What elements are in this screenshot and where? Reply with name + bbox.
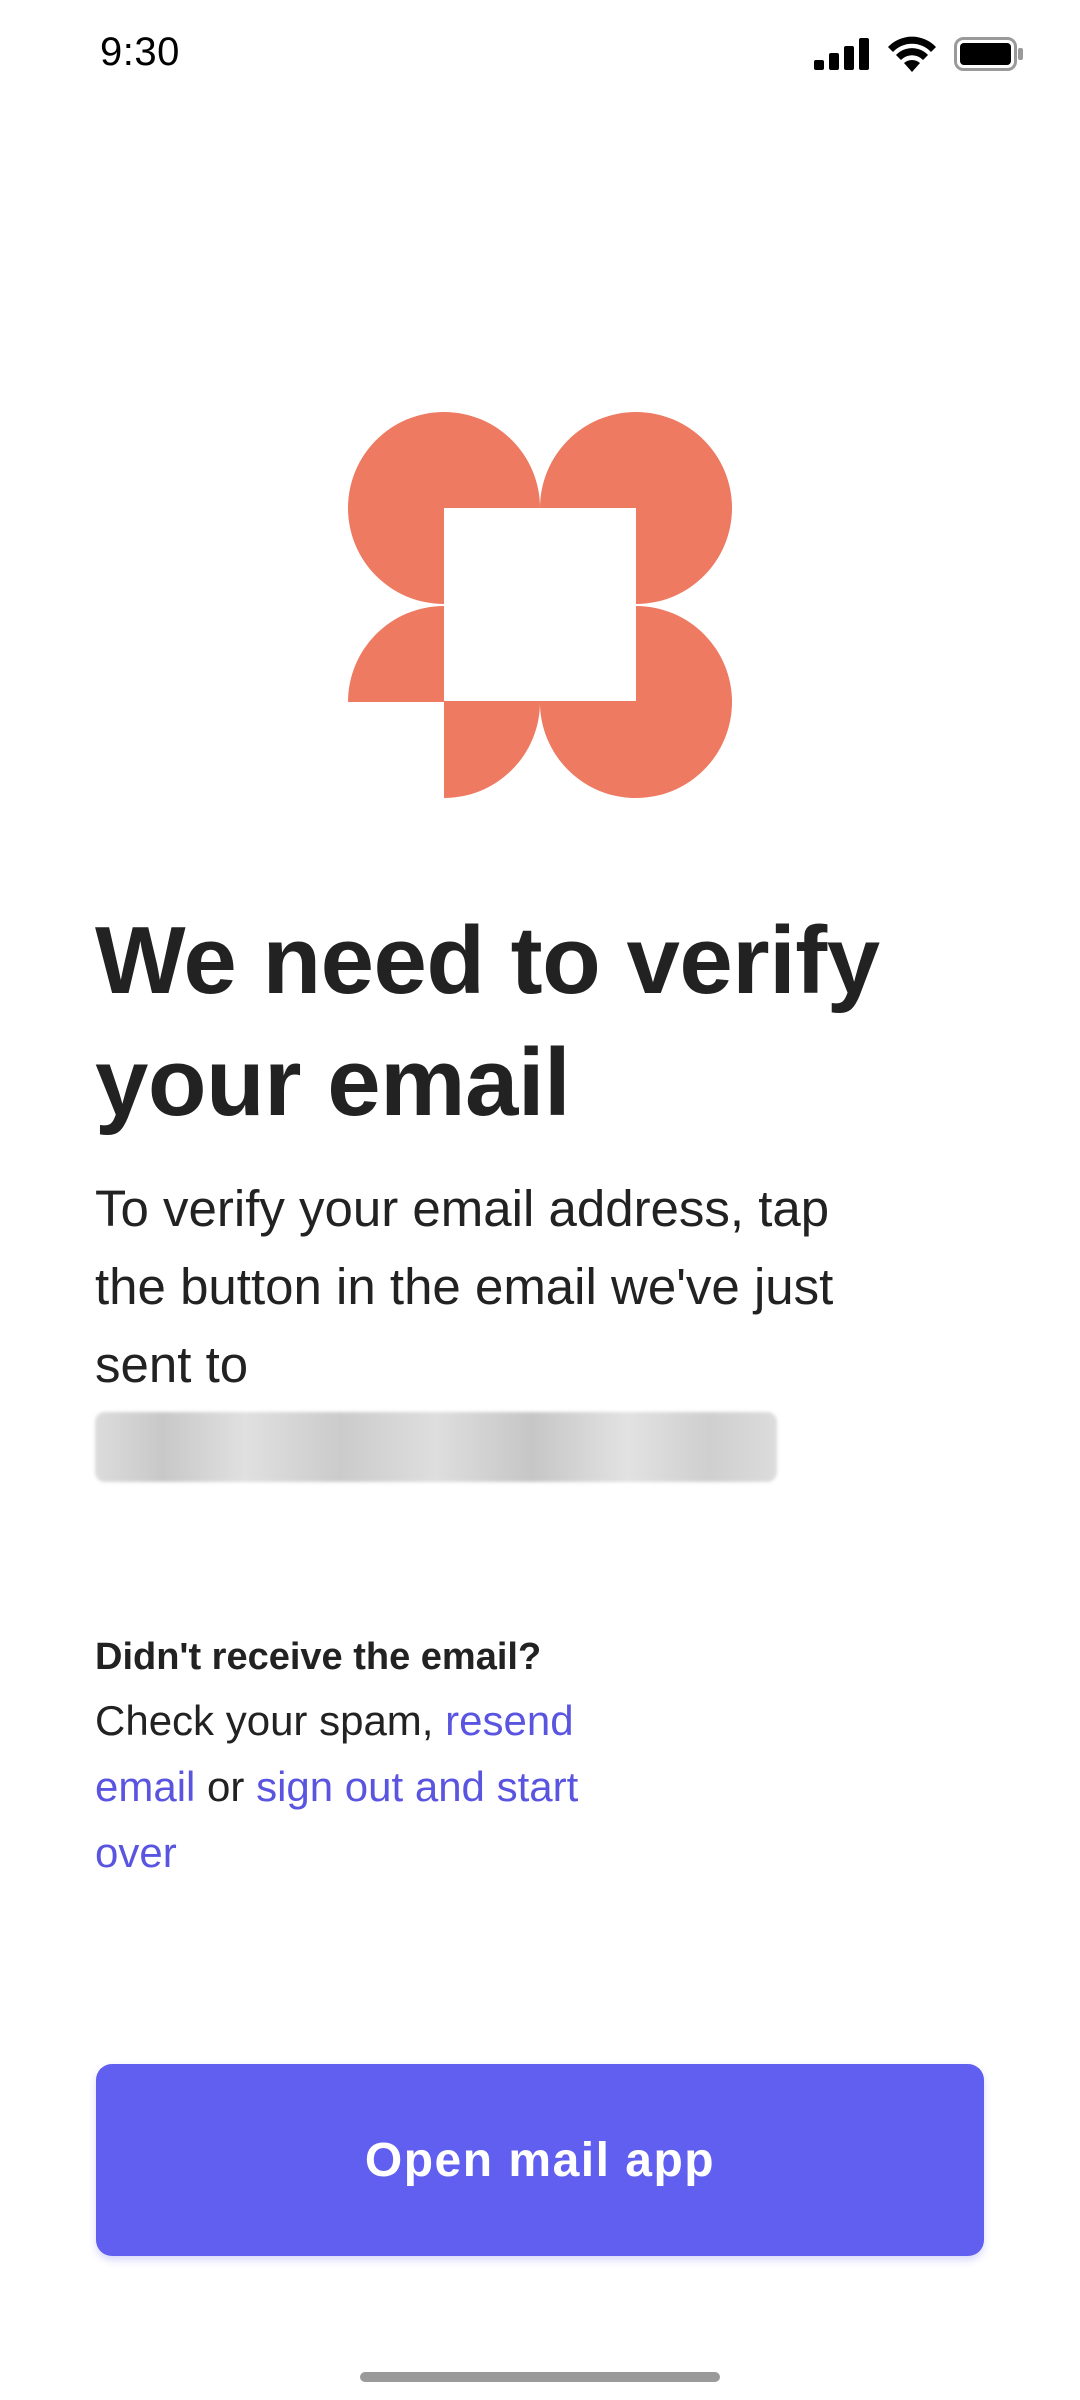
status-icons [814, 36, 1024, 72]
status-time: 9:30 [100, 30, 180, 74]
battery-icon [954, 37, 1023, 71]
status-bar: 9:30 [0, 0, 1080, 110]
open-mail-app-button[interactable]: Open mail app [96, 2064, 984, 2256]
help-middle: or [195, 1763, 257, 1810]
help-heading: Didn't receive the email? [95, 1636, 542, 1678]
verification-instructions: To verify your email address, tap the bu… [95, 1180, 834, 1393]
help-prefix: Check your spam, [95, 1697, 446, 1744]
brand-logo-icon [348, 412, 732, 798]
wifi-icon [888, 36, 936, 72]
redacted-email-address [95, 1412, 777, 1482]
cellular-signal-icon [814, 38, 869, 70]
open-mail-app-label: Open mail app [364, 2133, 716, 2187]
page-title: We need to verify your email [95, 907, 880, 1136]
help-text: Check your spam, resend email or sign ou… [95, 1688, 655, 1886]
home-indicator[interactable] [360, 2372, 720, 2382]
